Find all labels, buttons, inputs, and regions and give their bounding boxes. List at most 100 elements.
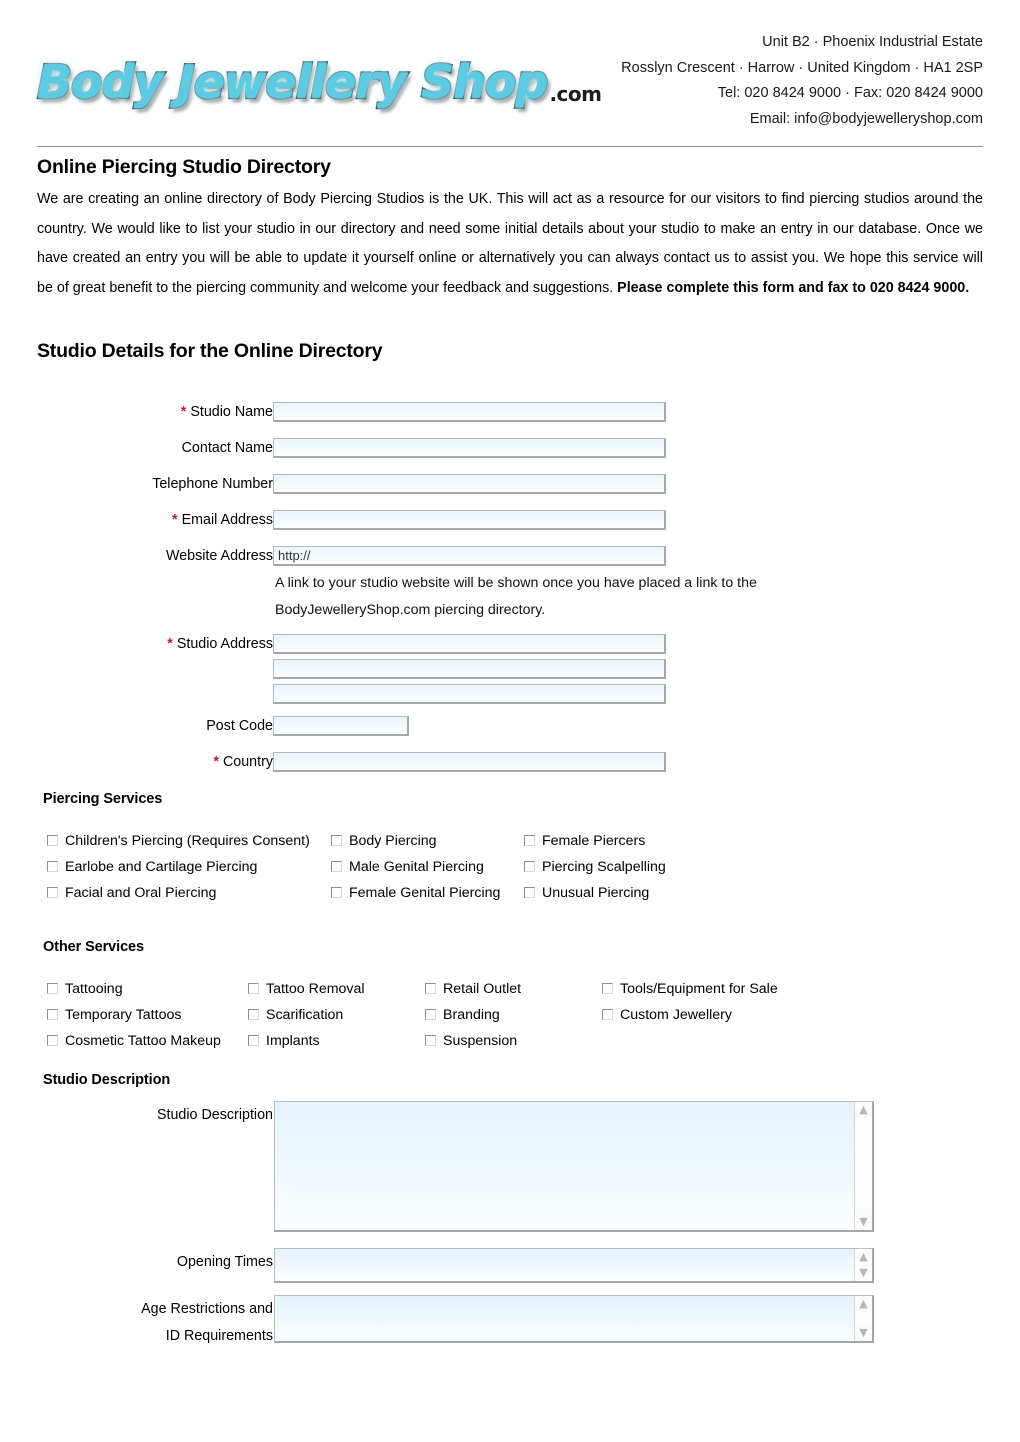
logo-tld: .com [549, 82, 602, 106]
address-line-4: Email: info@bodyjewelleryshop.com [749, 110, 983, 127]
checkbox-label: Female Genital Piercing [349, 885, 501, 901]
label-studio-address: * Studio Address [33, 634, 273, 654]
checkbox-item-female-piercers[interactable]: Female Piercers [524, 831, 645, 853]
checkbox-label: Male Genital Piercing [349, 859, 484, 875]
intro-text-bold: Please complete this form and fax to 020… [617, 279, 970, 296]
input-telephone-number[interactable] [273, 474, 666, 494]
checkbox-item-implants[interactable]: Implants [248, 1031, 320, 1053]
checkbox-item-female-genital-piercing[interactable]: Female Genital Piercing [331, 883, 500, 905]
field-row-telephone-number: Telephone Number [0, 474, 273, 496]
textarea-age-restrictions[interactable] [275, 1296, 855, 1341]
input-post-code[interactable] [273, 716, 409, 736]
scroll-up-arrow-icon[interactable]: ▲ [855, 1249, 872, 1265]
checkbox-item-temporary-tattoos[interactable]: Temporary Tattoos [47, 1005, 181, 1027]
input-studio-address-line-1[interactable] [273, 634, 666, 654]
other-services-heading: Other Services [43, 939, 144, 955]
checkbox-item-childrens-piercing[interactable]: Children's Piercing (Requires Consent) [47, 831, 310, 853]
checkbox-icon[interactable] [47, 887, 58, 898]
checkbox-icon[interactable] [331, 861, 342, 872]
checkbox-icon[interactable] [425, 1035, 436, 1046]
checkbox-icon[interactable] [524, 835, 535, 846]
input-email-address[interactable] [273, 510, 666, 530]
scrollbar-opening-times[interactable]: ▲ ▼ [854, 1249, 872, 1281]
checkbox-item-retail-outlet[interactable]: Retail Outlet [425, 979, 521, 1001]
input-contact-name[interactable] [273, 438, 666, 458]
checkbox-item-tattoo-removal[interactable]: Tattoo Removal [248, 979, 365, 1001]
checkbox-label: Body Piercing [349, 833, 437, 849]
checkbox-icon[interactable] [331, 835, 342, 846]
textarea-studio-description[interactable] [275, 1102, 855, 1230]
textarea-opening-times[interactable] [275, 1249, 855, 1281]
checkbox-icon[interactable] [47, 861, 58, 872]
company-address: Unit B2 · Phoenix Industrial Estate Ross… [621, 30, 983, 132]
checkbox-item-piercing-scalpelling[interactable]: Piercing Scalpelling [524, 857, 666, 879]
textarea-wrap-opening-times: ▲ ▼ [274, 1248, 874, 1283]
checkbox-label: Cosmetic Tattoo Makeup [65, 1033, 221, 1049]
checkbox-icon[interactable] [524, 887, 535, 898]
checkbox-label: Tattoo Removal [266, 981, 365, 997]
label-text: Studio Address [176, 636, 273, 652]
checkbox-icon[interactable] [47, 835, 58, 846]
label-contact-name: Contact Name [181, 440, 273, 456]
checkbox-item-facial-oral-piercing[interactable]: Facial and Oral Piercing [47, 883, 216, 905]
checkbox-icon[interactable] [425, 1009, 436, 1020]
address-line-2: Rosslyn Crescent · Harrow · United Kingd… [621, 59, 983, 76]
input-studio-address-line-2[interactable] [273, 659, 666, 679]
checkbox-icon[interactable] [524, 861, 535, 872]
checkbox-item-unusual-piercing[interactable]: Unusual Piercing [524, 883, 649, 905]
checkbox-label: Scarification [266, 1007, 344, 1023]
checkbox-icon[interactable] [425, 983, 436, 994]
field-row-contact-name: Contact Name [0, 438, 273, 460]
checkbox-label: Piercing Scalpelling [542, 859, 666, 875]
scroll-down-arrow-icon[interactable]: ▼ [855, 1214, 872, 1230]
input-studio-name[interactable] [273, 402, 666, 422]
checkbox-icon[interactable] [248, 1035, 259, 1046]
checkbox-icon[interactable] [47, 983, 58, 994]
scroll-up-arrow-icon[interactable]: ▲ [855, 1102, 872, 1118]
checkbox-item-body-piercing[interactable]: Body Piercing [331, 831, 437, 853]
website-hint-line-1: A link to your studio website will be sh… [275, 575, 757, 591]
checkbox-icon[interactable] [602, 983, 613, 994]
checkbox-item-cosmetic-tattoo-makeup[interactable]: Cosmetic Tattoo Makeup [47, 1031, 221, 1053]
checkbox-icon[interactable] [248, 1009, 259, 1020]
input-website-address[interactable] [273, 546, 666, 566]
checkbox-icon[interactable] [47, 1009, 58, 1020]
checkbox-item-branding[interactable]: Branding [425, 1005, 500, 1027]
checkbox-item-tools-equipment-for-sale[interactable]: Tools/Equipment for Sale [602, 979, 778, 1001]
label-website-address: Website Address [165, 548, 273, 564]
checkbox-item-male-genital-piercing[interactable]: Male Genital Piercing [331, 857, 484, 879]
field-row-studio-address: * Studio Address [0, 634, 273, 656]
checkbox-item-tattooing[interactable]: Tattooing [47, 979, 123, 1001]
checkbox-item-suspension[interactable]: Suspension [425, 1031, 517, 1053]
label-studio-name: * Studio Name [33, 402, 273, 422]
checkbox-icon[interactable] [47, 1035, 58, 1046]
input-studio-address-line-3[interactable] [273, 684, 666, 704]
scroll-up-arrow-icon[interactable]: ▲ [855, 1296, 872, 1312]
checkbox-label: Suspension [443, 1033, 518, 1049]
checkbox-icon[interactable] [331, 887, 342, 898]
field-row-website-address: Website Address [0, 546, 273, 568]
field-row-country: * Country [0, 752, 273, 774]
checkbox-label: Retail Outlet [443, 981, 522, 997]
input-country[interactable] [273, 752, 666, 772]
checkbox-icon[interactable] [602, 1009, 613, 1020]
checkbox-label: Facial and Oral Piercing [65, 885, 217, 901]
checkbox-label: Custom Jewellery [620, 1007, 732, 1023]
intro-paragraph: We are creating an online directory of B… [37, 185, 983, 303]
checkbox-icon[interactable] [248, 983, 259, 994]
checkbox-item-custom-jewellery[interactable]: Custom Jewellery [602, 1005, 732, 1027]
checkbox-label: Earlobe and Cartilage Piercing [65, 859, 258, 875]
label-telephone-number: Telephone Number [152, 476, 273, 492]
scroll-down-arrow-icon[interactable]: ▼ [855, 1325, 872, 1341]
checkbox-item-scarification[interactable]: Scarification [248, 1005, 343, 1027]
logo-wordmark: Body Jewellery Shop [36, 54, 550, 111]
label-email-address: * Email Address [33, 510, 273, 530]
scroll-down-arrow-icon[interactable]: ▼ [855, 1265, 872, 1281]
scrollbar-studio-description[interactable]: ▲ ▼ [854, 1102, 872, 1230]
checkbox-item-earlobe-cartilage-piercing[interactable]: Earlobe and Cartilage Piercing [47, 857, 257, 879]
checkbox-label: Branding [443, 1007, 500, 1023]
checkbox-label: Children's Piercing (Requires Consent) [65, 833, 310, 849]
label-age-restrictions-line-1: Age Restrictions and [141, 1301, 273, 1317]
scrollbar-age-restrictions[interactable]: ▲ ▼ [854, 1296, 872, 1341]
label-post-code: Post Code [206, 718, 273, 734]
